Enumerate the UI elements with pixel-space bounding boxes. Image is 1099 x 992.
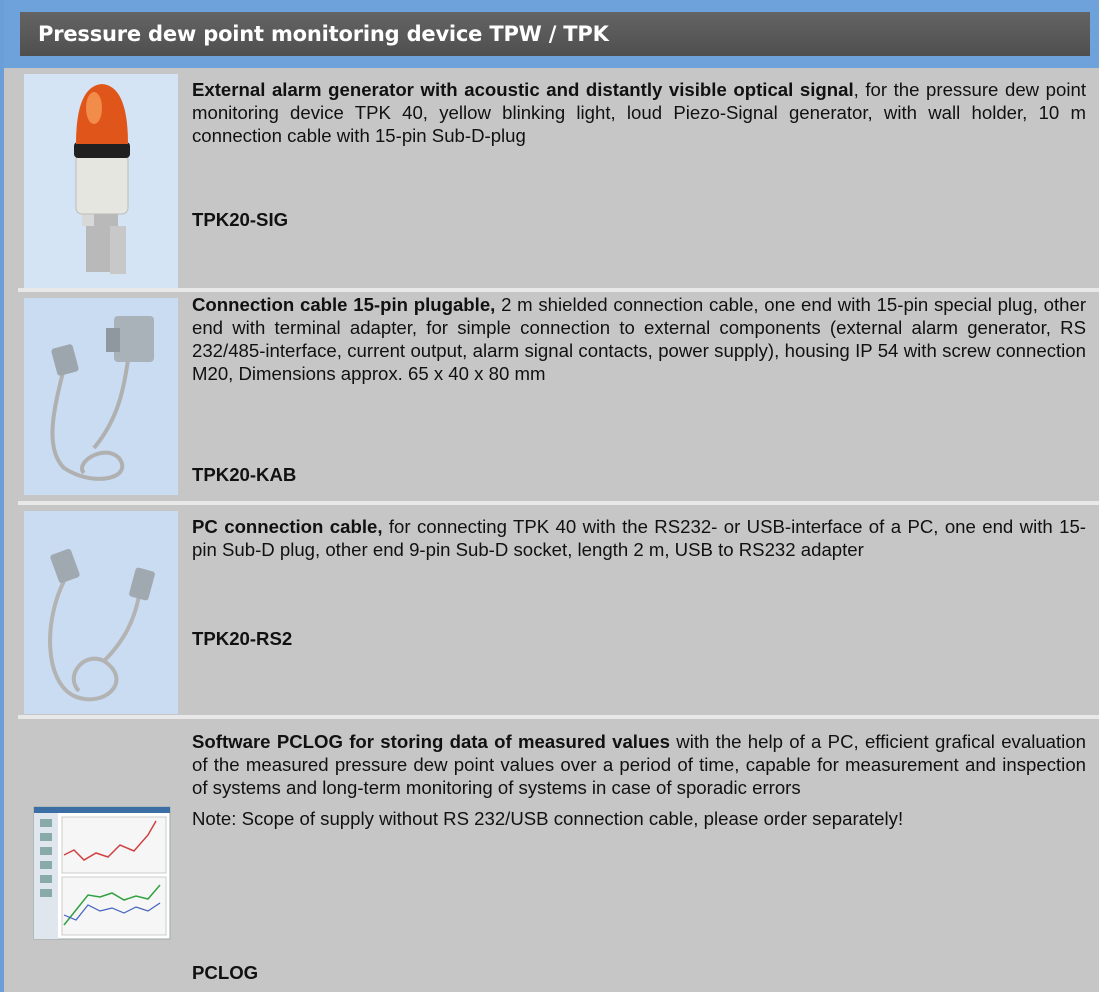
pc-cable-icon — [24, 511, 178, 714]
product-lead: External alarm generator with acoustic a… — [192, 79, 854, 100]
product-image — [24, 298, 178, 495]
product-code: TPK20-RS2 — [192, 628, 293, 649]
product-note: Note: Scope of supply without RS 232/USB… — [192, 808, 904, 829]
product-image — [24, 725, 178, 985]
product-image — [24, 74, 178, 288]
cable-icon — [24, 298, 178, 495]
product-code: TPK20-KAB — [192, 464, 297, 485]
product-row: PC connection cable, for connecting TPK … — [18, 505, 1099, 715]
product-description: Connection cable 15-pin plugable, 2 m sh… — [192, 293, 1086, 385]
product-code: PCLOG — [192, 962, 259, 983]
product-image — [24, 511, 178, 714]
product-row: External alarm generator with acoustic a… — [18, 68, 1099, 288]
product-row: Software PCLOG for storing data of measu… — [18, 719, 1099, 992]
product-lead: Software PCLOG for storing data of measu… — [192, 731, 670, 752]
product-lead: PC connection cable, — [192, 516, 383, 537]
alarm-beacon-icon — [24, 74, 178, 288]
software-screenshot-icon — [33, 806, 171, 940]
product-description: Software PCLOG for storing data of measu… — [192, 730, 1086, 838]
product-row: Connection cable 15-pin plugable, 2 m sh… — [18, 292, 1099, 501]
product-code: TPK20-SIG — [192, 209, 289, 230]
product-description: External alarm generator with acoustic a… — [192, 78, 1086, 147]
product-description: PC connection cable, for connecting TPK … — [192, 515, 1086, 561]
top-accent-strip — [4, 0, 1099, 12]
page-title: Pressure dew point monitoring device TPW… — [20, 12, 1090, 56]
product-lead: Connection cable 15-pin plugable, — [192, 294, 496, 315]
page-frame: Pressure dew point monitoring device TPW… — [0, 0, 1099, 992]
